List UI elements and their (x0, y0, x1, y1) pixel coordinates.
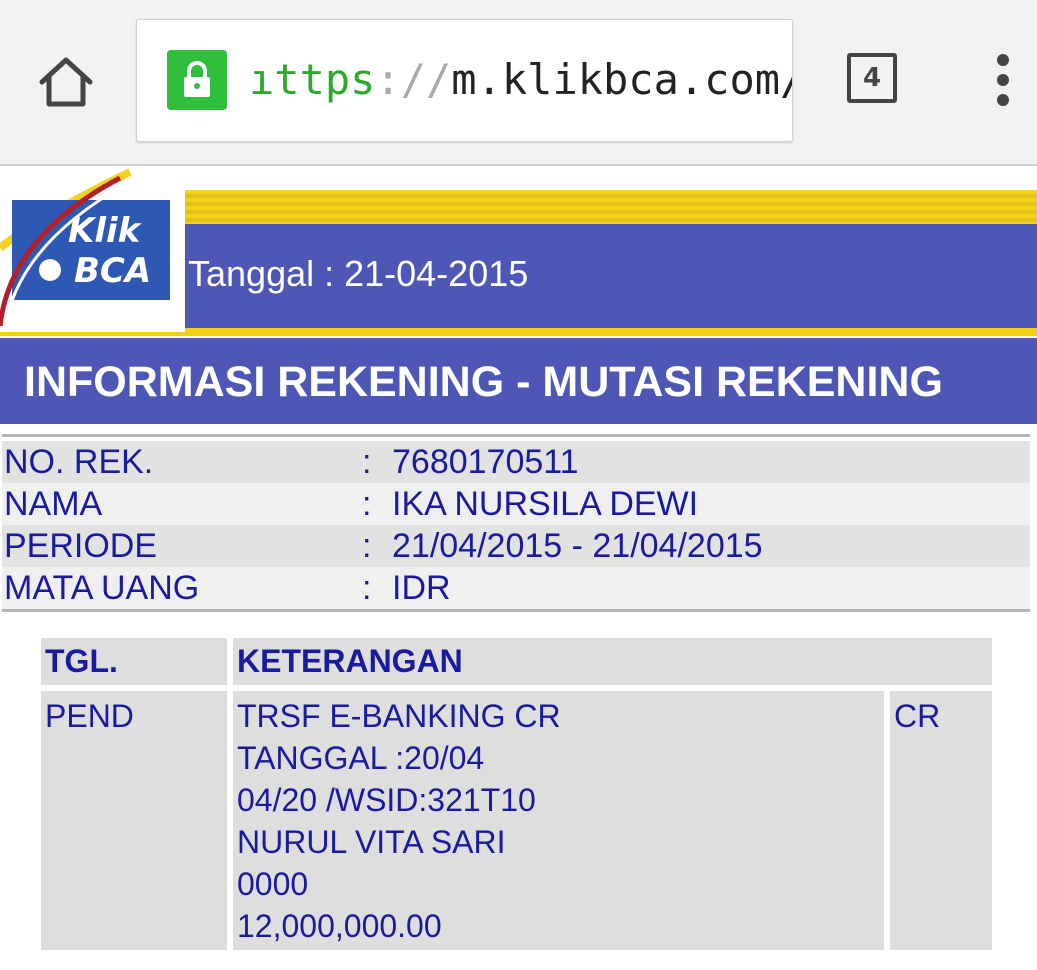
description-line: 0000 (237, 866, 309, 902)
page-title-bar: INFORMASI REKENING - MUTASI REKENING (0, 338, 1037, 424)
account-colon: : (362, 527, 372, 565)
logo-text-klik: Klik (68, 211, 143, 251)
account-colon: : (362, 443, 372, 481)
column-header-tgl: TGL. (41, 638, 227, 685)
account-label: NO. REK. (4, 443, 154, 481)
logo-text-bca: BCA (74, 251, 151, 291)
account-value: IDR (392, 569, 451, 607)
lock-icon (167, 50, 227, 110)
transaction-type: CR (890, 691, 992, 950)
address-bar[interactable]: ıttps://m.klikbca.com/a (136, 19, 793, 142)
description-line: TANGGAL :20/04 (237, 740, 485, 776)
klikbca-logo[interactable]: Klik BCA (0, 166, 185, 332)
account-row-no-rek: NO. REK. : 7680170511 (2, 441, 1030, 483)
klikbca-logo-graphic: Klik BCA (0, 166, 185, 332)
account-colon: : (362, 569, 372, 607)
account-colon: : (362, 485, 372, 523)
account-value: 7680170511 (392, 443, 579, 481)
account-row-mata-uang: MATA UANG : IDR (2, 567, 1030, 609)
account-label: NAMA (4, 485, 103, 523)
column-header-keterangan: KETERANGAN (233, 638, 992, 685)
tab-switcher-icon[interactable]: 4 (847, 53, 897, 103)
browser-toolbar: ıttps://m.klikbca.com/a 4 (0, 0, 1037, 166)
transaction-description: TRSF E-BANKING CR TANGGAL :20/04 04/20 /… (233, 691, 884, 950)
description-line: NURUL VITA SARI (237, 824, 506, 860)
account-info: NO. REK. : 7680170511 NAMA : IKA NURSILA… (2, 434, 1030, 612)
transaction-date: PEND (41, 691, 227, 950)
more-vert-icon[interactable] (985, 52, 1021, 112)
url-host: m.klikbca.com/a (451, 55, 793, 104)
banner-date: Tanggal : 21-04-2015 (188, 253, 529, 294)
account-value: 21/04/2015 - 21/04/2015 (392, 527, 763, 565)
klikbca-banner: Klik BCA Tanggal : 21-04-2015 (0, 166, 1037, 336)
description-line: 12,000,000.00 (237, 908, 442, 944)
account-row-nama: NAMA : IKA NURSILA DEWI (2, 483, 1030, 525)
url-separator: :// (375, 55, 452, 104)
description-line: 04/20 /WSID:321T10 (237, 782, 536, 818)
page-title: INFORMASI REKENING - MUTASI REKENING (24, 358, 943, 406)
account-value: IKA NURSILA DEWI (392, 485, 699, 523)
account-row-periode: PERIODE : 21/04/2015 - 21/04/2015 (2, 525, 1030, 567)
description-line: TRSF E-BANKING CR (237, 698, 561, 734)
home-icon[interactable] (36, 52, 96, 112)
account-label: MATA UANG (4, 569, 200, 607)
account-label: PERIODE (4, 527, 158, 565)
url-scheme: ıttps (249, 55, 376, 104)
url-text: ıttps://m.klikbca.com/a (249, 50, 793, 110)
